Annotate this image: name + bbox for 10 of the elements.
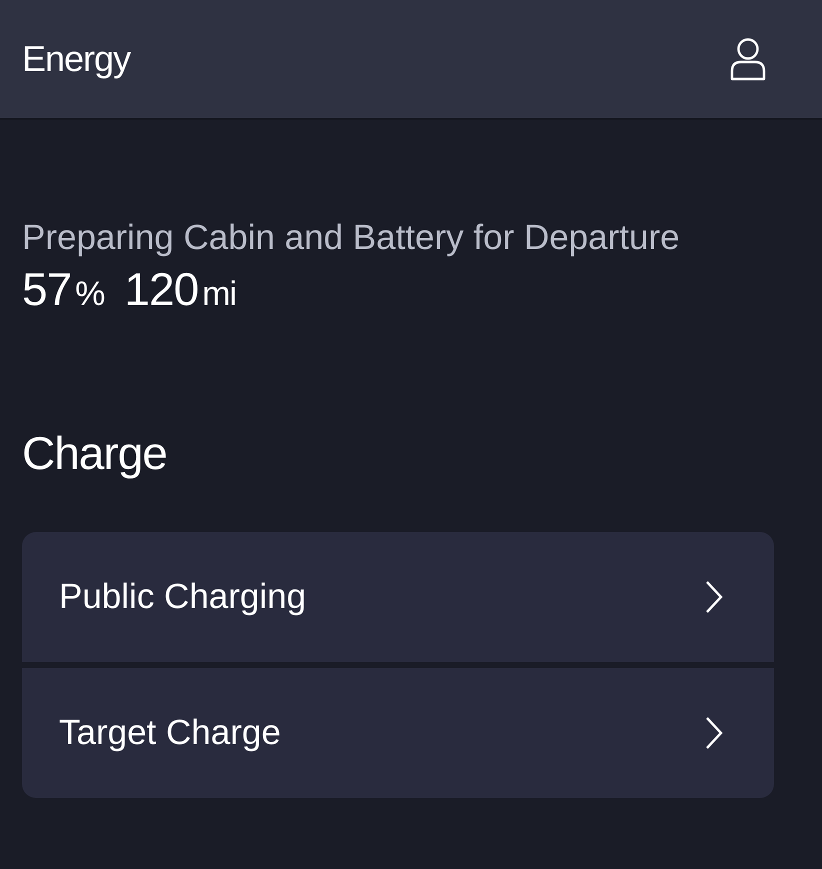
status-message: Preparing Cabin and Battery for Departure [22,217,681,259]
menu-item[interactable]: Public Charging [22,532,774,662]
stat-value: 120mi [124,262,236,316]
menu-item[interactable]: Target Charge [22,668,774,798]
profile-icon[interactable] [730,37,766,81]
chevron-icon [704,580,724,614]
chevron-icon [704,716,724,750]
page-title: Energy [22,38,130,80]
section-heading: Charge [22,426,167,480]
stat-value: 57% [22,262,104,316]
